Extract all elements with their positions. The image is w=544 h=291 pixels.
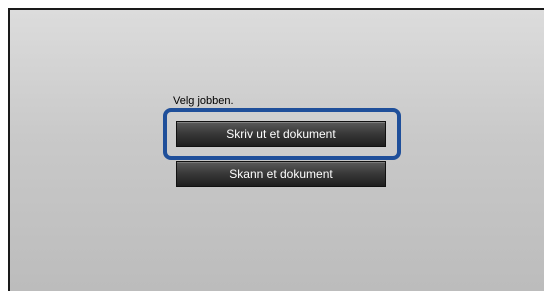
scan-document-button[interactable]: Skann et dokument	[176, 161, 386, 187]
print-document-button[interactable]: Skriv ut et dokument	[176, 121, 386, 147]
page: Velg jobben. Skriv ut et dokument Skann …	[0, 0, 544, 291]
device-screen: Velg jobben. Skriv ut et dokument Skann …	[8, 8, 544, 291]
job-prompt: Velg jobben.	[173, 95, 234, 107]
